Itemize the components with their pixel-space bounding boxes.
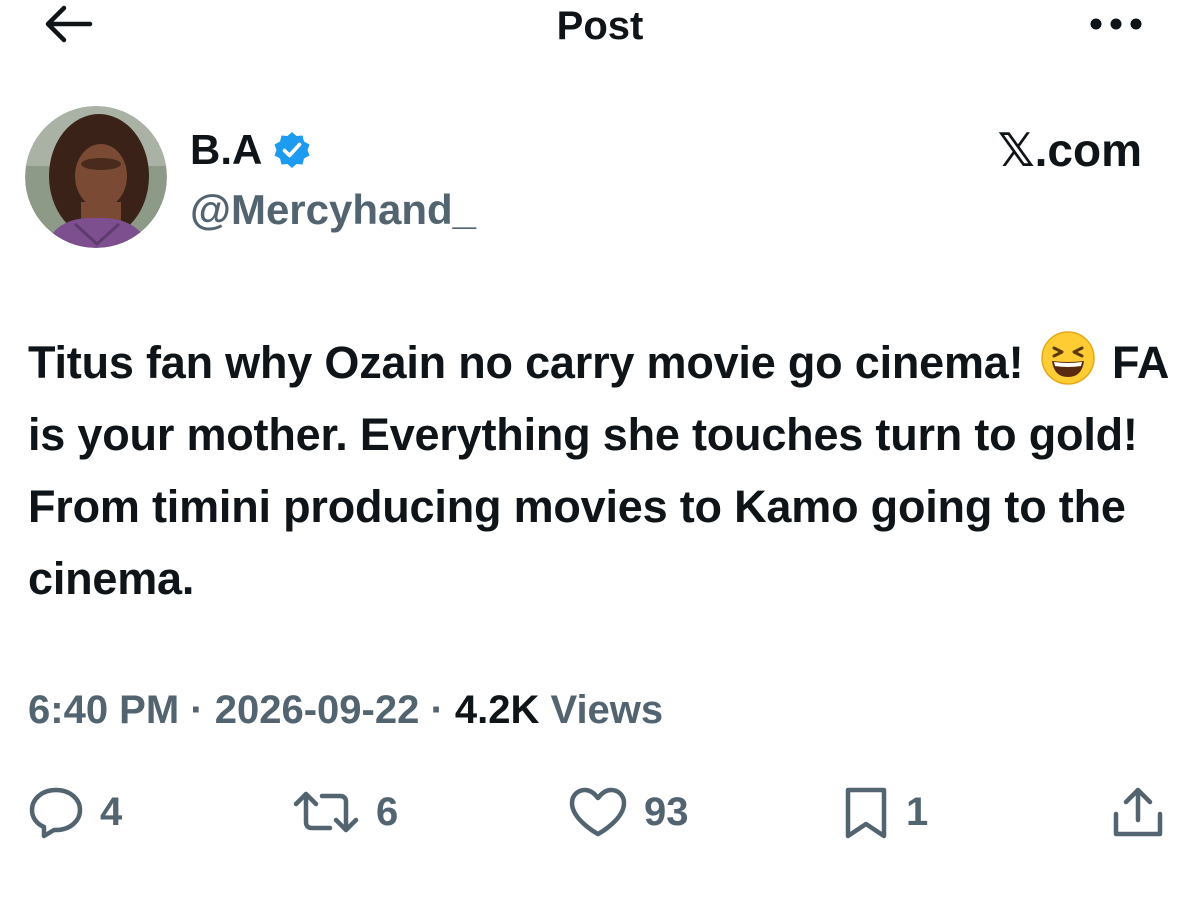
post-date[interactable]: 2026-09-22	[215, 688, 420, 732]
like-icon	[566, 784, 630, 840]
share-button[interactable]	[1108, 780, 1168, 844]
reply-count: 4	[100, 789, 123, 834]
bookmark-icon	[840, 784, 892, 840]
post-time[interactable]: 6:40 PM	[28, 688, 179, 732]
views-label: Views	[539, 688, 664, 732]
more-options-button[interactable]	[1084, 4, 1148, 48]
post-meta: 6:40 PM · 2026-09-22 · 4.2K Views	[28, 682, 663, 738]
meta-separator: ·	[179, 688, 215, 732]
repost-icon	[290, 784, 362, 840]
verified-badge-icon	[272, 130, 312, 170]
views-count: 4.2K	[454, 688, 540, 732]
like-count: 93	[644, 789, 689, 834]
repost-button[interactable]: 6	[290, 780, 398, 844]
repost-count: 6	[376, 789, 399, 834]
action-bar: 4 6 93 1	[0, 780, 1200, 844]
post-text-part-1: Titus fan why Ozain no carry movie go ci…	[28, 337, 1024, 388]
display-name: B.A	[190, 126, 263, 173]
author-row: B.A @Mercyhand_ 𝕏.com	[0, 100, 1200, 260]
display-name-row[interactable]: B.A	[190, 124, 312, 176]
bookmark-button[interactable]: 1	[840, 780, 928, 844]
share-icon	[1108, 784, 1168, 840]
grinning-squinting-face-icon	[1040, 330, 1096, 386]
avatar[interactable]	[25, 106, 167, 248]
top-bar: Post	[0, 0, 1200, 60]
user-handle[interactable]: @Mercyhand_	[190, 184, 476, 236]
post-text: Titus fan why Ozain no carry movie go ci…	[28, 327, 1188, 615]
meta-separator: ·	[419, 688, 455, 732]
more-dots-icon	[1088, 16, 1144, 37]
like-button[interactable]: 93	[566, 780, 689, 844]
bookmark-count: 1	[906, 789, 929, 834]
back-button[interactable]	[40, 2, 96, 50]
page-title: Post	[556, 4, 644, 48]
reply-icon	[26, 784, 86, 840]
watermark-text: 𝕏.com	[997, 124, 1142, 176]
arrow-left-icon	[42, 2, 94, 51]
reply-button[interactable]: 4	[26, 780, 122, 844]
